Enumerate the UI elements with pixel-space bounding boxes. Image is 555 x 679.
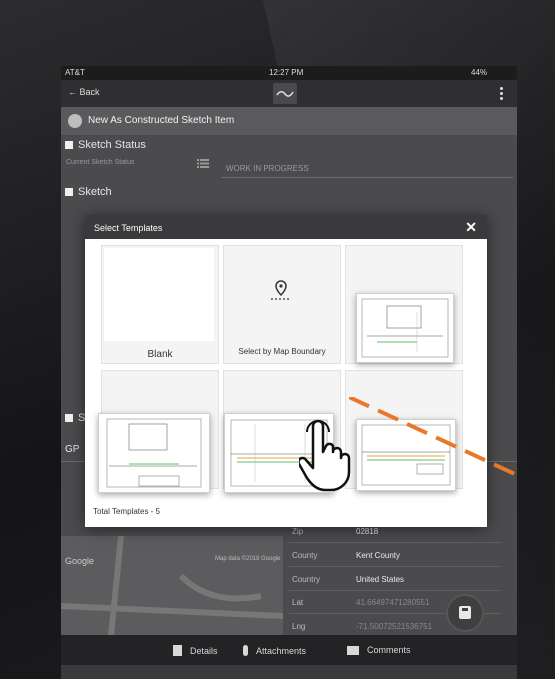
gps-label: GP: [65, 444, 80, 455]
template-sketch-2[interactable]: [98, 370, 219, 493]
country-label: Country: [292, 575, 321, 584]
divider: [289, 542, 501, 543]
battery-level: 44%: [471, 68, 488, 77]
comments-icon: [347, 646, 359, 655]
tap-hand-icon: [299, 419, 351, 492]
save-fab-button[interactable]: [448, 596, 482, 630]
item-type-icon: [68, 114, 82, 128]
document-icon: [173, 645, 182, 656]
status-bar: AT&T 12:27 PM 44%: [61, 66, 517, 80]
tab-comments[interactable]: Comments: [347, 645, 411, 655]
google-logo: Google: [65, 556, 95, 566]
template-blank[interactable]: Blank: [101, 245, 219, 364]
template-sketch-1[interactable]: [345, 245, 463, 364]
carrier: AT&T: [65, 68, 85, 77]
total-templates-count: Total Templates - 5: [93, 507, 160, 516]
country-value[interactable]: United States: [356, 575, 404, 584]
zip-value[interactable]: 02818: [356, 527, 378, 536]
dialog-title: Select Templates: [94, 223, 163, 233]
app-screen: AT&T 12:27 PM 44% ← Back New As Construc…: [61, 66, 517, 679]
clock: 12:27 PM: [269, 68, 304, 77]
section-sketch-status[interactable]: Sketch Status: [65, 139, 146, 151]
current-sketch-status-value[interactable]: WORK IN PROGRESS: [226, 164, 309, 173]
map-pin-icon: [271, 280, 291, 300]
county-label: County: [292, 551, 318, 560]
lat-value[interactable]: 41.66497471280551: [356, 598, 429, 607]
map-credit: Map data ©2018 Google: [215, 556, 281, 562]
bottom-tab-bar: Details Attachments Comments: [61, 635, 517, 665]
tab-attachments[interactable]: Attachments: [243, 645, 306, 656]
paperclip-icon: [243, 645, 248, 656]
more-menu-icon[interactable]: [500, 87, 503, 102]
back-button[interactable]: ← Back: [68, 87, 100, 97]
divider: [289, 566, 501, 567]
tab-details[interactable]: Details: [173, 645, 218, 656]
template-map-boundary[interactable]: Select by Map Boundary: [223, 245, 341, 364]
sketch-preview: [98, 413, 210, 493]
current-sketch-status-label: Current Sketch Status: [66, 159, 135, 166]
list-icon: [197, 159, 209, 168]
select-templates-dialog: Select Templates ✕ Blank Select by Map B…: [85, 215, 487, 527]
status-underline: [221, 177, 513, 178]
top-bar: ← Back: [61, 80, 517, 107]
lng-value[interactable]: -71.50072521536751: [356, 622, 432, 631]
camera-icon: [284, 34, 290, 40]
form-header: New As Constructed Sketch Item: [61, 107, 517, 135]
template-label: Blank: [147, 349, 173, 360]
section-collapsed[interactable]: S: [65, 412, 85, 424]
lat-label: Lat: [292, 598, 304, 607]
dialog-header: Select Templates ✕: [85, 215, 487, 239]
section-sketch[interactable]: Sketch: [65, 186, 112, 198]
template-label: Select by Map Boundary: [238, 347, 326, 356]
divider: [289, 590, 501, 591]
map-view[interactable]: [61, 535, 284, 637]
sketch-preview: [356, 293, 454, 363]
zip-label: Zip: [292, 527, 304, 536]
form-title: New As Constructed Sketch Item: [88, 115, 235, 126]
app-logo-icon: [273, 83, 297, 104]
close-icon[interactable]: ✕: [465, 219, 477, 236]
dashed-guide-line: [349, 397, 517, 477]
lng-label: Lng: [292, 622, 306, 631]
county-value[interactable]: Kent County: [356, 551, 400, 560]
save-icon: [459, 606, 471, 619]
